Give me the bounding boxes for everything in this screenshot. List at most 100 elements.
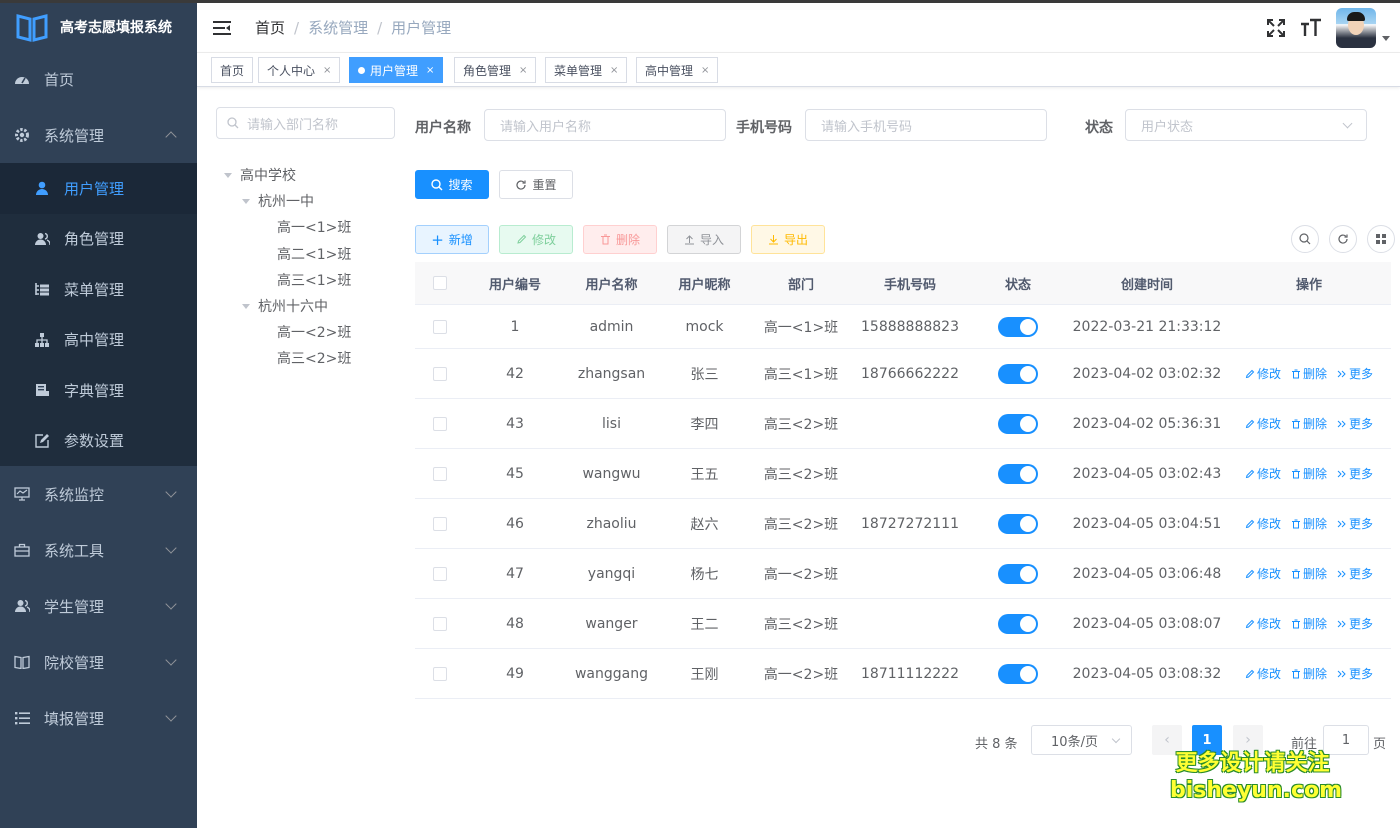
tag-item[interactable]: 角色管理 ×: [454, 57, 537, 83]
tag-item[interactable]: 高中管理 ×: [636, 57, 719, 83]
row-edit-button[interactable]: 修改: [1245, 515, 1281, 532]
row-delete-button[interactable]: 删除: [1291, 365, 1327, 382]
row-edit-button[interactable]: 修改: [1245, 415, 1281, 432]
status-switch[interactable]: [998, 363, 1038, 384]
status-switch[interactable]: [998, 563, 1038, 584]
caret-down-icon[interactable]: [242, 303, 250, 309]
row-checkbox[interactable]: [433, 366, 447, 381]
columns-button[interactable]: [1367, 225, 1395, 253]
breadcrumb-home[interactable]: 首页: [255, 17, 285, 38]
avatar-dropdown-caret-icon[interactable]: [1382, 35, 1390, 41]
row-edit-button[interactable]: 修改: [1245, 365, 1281, 382]
tree-node-school[interactable]: 杭州十六中: [242, 296, 328, 316]
sidebar-subitem[interactable]: 角色管理: [0, 214, 197, 265]
close-icon[interactable]: ×: [610, 65, 618, 76]
dept-search-input[interactable]: 请输入部门名称: [216, 107, 395, 139]
tree-node-root[interactable]: 高中学校: [224, 165, 296, 185]
tree-node-class[interactable]: 高二<1>班: [277, 244, 351, 264]
status-switch[interactable]: [998, 413, 1038, 434]
tag-item[interactable]: 首页: [211, 57, 254, 83]
phone-input[interactable]: 请输入手机号码: [805, 109, 1047, 141]
sidebar-subitem[interactable]: 字典管理: [0, 365, 197, 416]
tree-node-class[interactable]: 高三<1>班: [277, 270, 351, 290]
row-edit-button[interactable]: 修改: [1245, 615, 1281, 632]
fullscreen-icon[interactable]: [1266, 18, 1286, 38]
sidebar-subitem[interactable]: 用户管理: [0, 163, 197, 214]
row-more-button[interactable]: 更多: [1337, 515, 1373, 532]
page-size-select[interactable]: 10条/页: [1031, 725, 1132, 755]
row-delete-button[interactable]: 删除: [1291, 665, 1327, 682]
hamburger-icon[interactable]: [213, 20, 231, 36]
sidebar-item[interactable]: 院校管理: [0, 634, 197, 690]
row-checkbox[interactable]: [433, 566, 447, 581]
add-button[interactable]: + 新增: [415, 225, 489, 254]
status-switch[interactable]: [998, 316, 1038, 337]
reset-button[interactable]: 重置: [499, 170, 573, 199]
status-select[interactable]: 用户状态: [1125, 109, 1367, 141]
header-checkbox-cell[interactable]: [415, 276, 465, 290]
app-logo[interactable]: 高考志愿填报系统: [0, 3, 197, 51]
sidebar-subitem[interactable]: 参数设置: [0, 416, 197, 467]
sidebar-subitem[interactable]: 高中管理: [0, 315, 197, 366]
caret-down-icon[interactable]: [224, 172, 232, 178]
tag-item[interactable]: 个人中心 ×: [258, 57, 341, 83]
sidebar-item[interactable]: 首页: [0, 51, 197, 107]
text-size-icon[interactable]: [1300, 18, 1322, 38]
caret-down-icon[interactable]: [242, 198, 250, 204]
sidebar-subitem[interactable]: 菜单管理: [0, 264, 197, 315]
chevron-down-icon: [165, 710, 177, 722]
search-button[interactable]: 搜索: [415, 170, 489, 199]
status-switch[interactable]: [998, 463, 1038, 484]
row-delete-button[interactable]: 删除: [1291, 615, 1327, 632]
cell-status: [969, 463, 1067, 484]
tree-node-school[interactable]: 杭州一中: [242, 191, 314, 211]
row-checkbox[interactable]: [433, 466, 447, 481]
edit-button[interactable]: 修改: [499, 225, 573, 254]
row-edit-button[interactable]: 修改: [1245, 665, 1281, 682]
row-delete-button[interactable]: 删除: [1291, 465, 1327, 482]
close-icon[interactable]: ×: [519, 65, 527, 76]
row-checkbox[interactable]: [433, 666, 447, 681]
row-checkbox[interactable]: [433, 319, 447, 334]
status-switch[interactable]: [998, 513, 1038, 534]
row-more-button[interactable]: 更多: [1337, 565, 1373, 582]
row-more-button[interactable]: 更多: [1337, 365, 1373, 382]
tag-item[interactable]: 菜单管理 ×: [545, 57, 628, 83]
close-icon[interactable]: ×: [426, 65, 434, 76]
sidebar-item[interactable]: 填报管理: [0, 690, 197, 746]
row-edit-button[interactable]: 修改: [1245, 465, 1281, 482]
sidebar-item[interactable]: 系统监控: [0, 466, 197, 522]
row-more-button[interactable]: 更多: [1337, 465, 1373, 482]
refresh-button[interactable]: [1329, 225, 1357, 253]
toggle-search-button[interactable]: [1291, 225, 1319, 253]
row-checkbox[interactable]: [433, 616, 447, 631]
row-delete-button[interactable]: 删除: [1291, 515, 1327, 532]
delete-button[interactable]: 删除: [583, 225, 657, 254]
row-delete-button[interactable]: 删除: [1291, 415, 1327, 432]
user-avatar[interactable]: [1336, 8, 1376, 48]
phone-label: 手机号码: [736, 120, 792, 136]
tag-item[interactable]: 用户管理 ×: [349, 57, 444, 83]
close-icon[interactable]: ×: [701, 65, 709, 76]
sidebar-item[interactable]: 系统管理: [0, 107, 197, 163]
import-button[interactable]: 导入: [667, 225, 741, 254]
tree-node-class[interactable]: 高三<2>班: [277, 348, 351, 368]
status-switch[interactable]: [998, 663, 1038, 684]
sidebar-item[interactable]: 系统工具: [0, 522, 197, 578]
row-edit-button[interactable]: 修改: [1245, 565, 1281, 582]
row-more-button[interactable]: 更多: [1337, 665, 1373, 682]
sidebar-item[interactable]: 学生管理: [0, 578, 197, 634]
export-button[interactable]: 导出: [751, 225, 825, 254]
tree-node-class[interactable]: 高一<2>班: [277, 322, 351, 342]
row-more-button[interactable]: 更多: [1337, 615, 1373, 632]
row-checkbox[interactable]: [433, 516, 447, 531]
select-all-checkbox[interactable]: [433, 276, 447, 290]
cell-dept: 高一<1>班: [763, 319, 839, 336]
row-more-button[interactable]: 更多: [1337, 415, 1373, 432]
row-delete-button[interactable]: 删除: [1291, 565, 1327, 582]
row-checkbox[interactable]: [433, 416, 447, 431]
close-icon[interactable]: ×: [323, 65, 331, 76]
username-input[interactable]: 请输入用户名称: [484, 109, 726, 141]
status-switch[interactable]: [998, 613, 1038, 634]
tree-node-class[interactable]: 高一<1>班: [277, 217, 351, 237]
